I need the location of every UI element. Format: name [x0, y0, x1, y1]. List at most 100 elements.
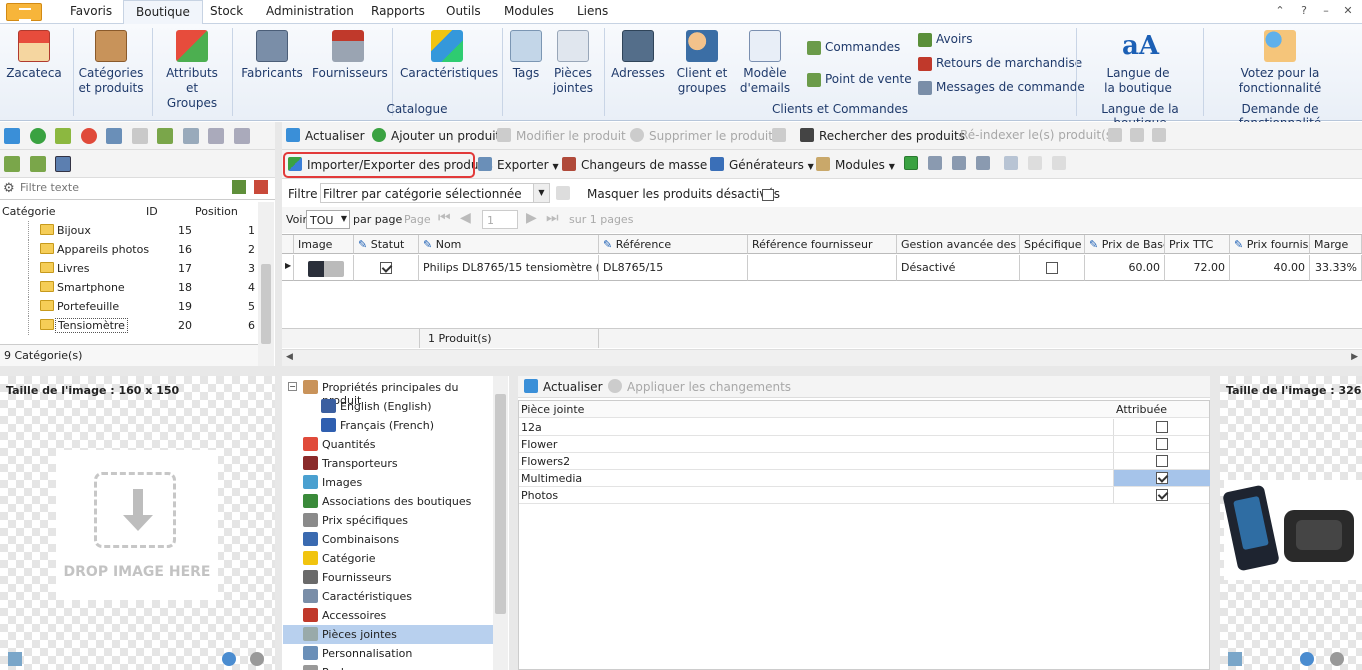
supprimer-produit-button[interactable]: Supprimer le produit	[630, 128, 773, 143]
modele-emails-button[interactable]: Modèle d'emails	[738, 30, 792, 96]
category-row[interactable]: Tensiomètre 20 6	[0, 316, 258, 335]
page-number-input[interactable]: 1	[482, 210, 518, 229]
attribuee-cell[interactable]	[1113, 470, 1211, 486]
duplicate-icon[interactable]	[1152, 128, 1171, 143]
ref-fournisseur-cell[interactable]	[748, 255, 897, 281]
prop-associations[interactable]: Associations des boutiques	[283, 492, 493, 511]
ajouter-produit-button[interactable]: Ajouter un produit	[372, 128, 500, 143]
paste-icon[interactable]	[1130, 128, 1149, 143]
fabricants-button[interactable]: Fabricants	[240, 30, 304, 81]
attachment-row[interactable]: Multimedia	[519, 470, 1211, 487]
messages-button[interactable]: Messages de commande	[918, 80, 1085, 95]
point-de-vente-button[interactable]: Point de vente	[807, 72, 912, 87]
attribuee-cell[interactable]	[1113, 487, 1211, 503]
prop-main-properties[interactable]: − Propriétés principales du produit	[283, 378, 493, 407]
sort-up-icon[interactable]	[208, 128, 224, 144]
reindexer-button[interactable]: Ré-indexer le(s) produit(s)	[960, 128, 1117, 142]
attribuee-checkbox[interactable]	[1156, 472, 1168, 484]
generateurs-button[interactable]: Générateurs ▼	[710, 157, 814, 172]
last-page-icon[interactable]: ⏭	[546, 210, 559, 226]
col-attribuee[interactable]: Attribuée	[1116, 403, 1167, 416]
langue-button[interactable]: aA Langue de la boutique	[1090, 30, 1186, 96]
attachment-row[interactable]: Flowers2	[519, 453, 1209, 470]
add-category-icon[interactable]	[4, 156, 20, 172]
property-scrollbar[interactable]	[493, 376, 508, 670]
delete-icon[interactable]	[80, 128, 97, 144]
row-indicator[interactable]: ▶	[282, 255, 294, 281]
tab-modules[interactable]: Modules	[492, 0, 566, 24]
gestion-cell[interactable]: Désactivé	[897, 255, 1020, 281]
category-row[interactable]: Appareils photos 16 2	[0, 240, 258, 259]
grid-view-icon[interactable]	[928, 156, 947, 171]
copy-icon[interactable]	[106, 128, 122, 144]
col-id[interactable]: ID	[146, 205, 158, 218]
fournisseurs-button[interactable]: Fournisseurs	[312, 30, 388, 81]
attributs-button[interactable]: Attributs et Groupes	[160, 30, 224, 111]
product-image[interactable]	[1222, 480, 1362, 580]
col-ref-fournisseur[interactable]: Référence fournisseur	[748, 235, 897, 254]
commandes-button[interactable]: Commandes	[807, 40, 900, 55]
paste-icon[interactable]	[131, 128, 148, 144]
adresses-button[interactable]: Adresses	[610, 30, 666, 81]
right-splitter[interactable]	[1210, 376, 1220, 670]
prop-pieces-jointes[interactable]: Pièces jointes	[283, 625, 493, 644]
col-prix-base[interactable]: ✎ Prix de Base	[1085, 235, 1165, 254]
category-filter-input[interactable]	[20, 181, 225, 194]
avoirs-button[interactable]: Avoirs	[918, 32, 972, 47]
retours-button[interactable]: Retours de marchandise	[918, 56, 1082, 71]
nom-cell[interactable]: Philips DL8765/15 tensiomètre (pression	[419, 255, 599, 281]
vertical-splitter[interactable]	[275, 122, 282, 670]
tab-favoris[interactable]: Favoris	[58, 0, 124, 24]
attribuee-checkbox[interactable]	[1156, 438, 1168, 450]
prop-lang-french[interactable]: Français (French)	[283, 416, 493, 435]
prop-quantites[interactable]: Quantités	[283, 435, 493, 454]
col-position[interactable]: Position	[195, 205, 238, 218]
refresh-icon[interactable]	[4, 128, 20, 144]
col-category[interactable]: Catégorie	[2, 205, 56, 218]
attribuee-checkbox[interactable]	[1156, 455, 1168, 467]
help-icon[interactable]: ?	[1296, 3, 1312, 19]
prop-fournisseurs[interactable]: Fournisseurs	[283, 568, 493, 587]
left-splitter[interactable]	[0, 366, 275, 376]
category-filter-select[interactable]: Filtrer par catégorie sélectionnée ▼	[320, 183, 550, 203]
caracteristiques-button[interactable]: Caractéristiques	[400, 30, 498, 81]
col-specifique[interactable]: Spécifique	[1020, 235, 1085, 254]
col-marge[interactable]: Marge	[1310, 235, 1362, 254]
specifique-cell[interactable]	[1020, 255, 1085, 281]
category-scrollbar[interactable]	[258, 202, 274, 366]
fit-icon[interactable]	[952, 156, 971, 171]
grid-icon[interactable]	[182, 128, 199, 144]
minimize-icon[interactable]: –	[1318, 3, 1334, 19]
attribuee-cell[interactable]	[1113, 419, 1211, 435]
category-row[interactable]: Smartphone 18 4	[0, 278, 258, 297]
edit-icon[interactable]	[55, 128, 71, 144]
prop-images[interactable]: Images	[283, 473, 493, 492]
marge-cell[interactable]: 33.33%	[1310, 255, 1362, 281]
tab-rapports[interactable]: Rapports	[359, 0, 437, 24]
prop-transporteurs[interactable]: Transporteurs	[283, 454, 493, 473]
tab-stock[interactable]: Stock	[198, 0, 255, 24]
zacateca-button[interactable]: Zacateca	[6, 30, 62, 81]
category-row[interactable]: Portefeuille 19 5	[0, 297, 258, 316]
votez-button[interactable]: Votez pour la fonctionnalité	[1222, 30, 1338, 96]
attachment-row[interactable]: Flower	[519, 436, 1209, 453]
masquer-checkbox[interactable]	[762, 188, 774, 201]
product-thumbnail[interactable]	[294, 255, 354, 281]
categories-button[interactable]: Catégories et produits	[78, 30, 144, 96]
filter-clear-icon[interactable]	[254, 180, 268, 194]
modifier-produit-button[interactable]: Modifier le produit	[497, 128, 626, 143]
pieces-jointes-button[interactable]: Pièces jointes	[548, 30, 598, 96]
prop-lang-english[interactable]: English (English)	[283, 397, 493, 416]
specifique-checkbox[interactable]	[1046, 262, 1058, 274]
col-gestion[interactable]: Gestion avancée des stock	[897, 235, 1020, 254]
first-page-icon[interactable]: ⏮	[438, 210, 451, 226]
gear-icon[interactable]: ⚙	[3, 181, 15, 196]
next-page-icon[interactable]: ▶	[526, 210, 537, 226]
attribuee-checkbox[interactable]	[1156, 421, 1168, 433]
col-nom[interactable]: ✎ Nom	[419, 235, 599, 254]
actualiser-button[interactable]: Actualiser	[286, 128, 365, 143]
tags-button[interactable]: Tags	[508, 30, 544, 81]
prix-ttc-cell[interactable]: 72.00	[1165, 255, 1230, 281]
app-menu-button[interactable]	[6, 3, 42, 21]
clients-button[interactable]: Client et groupes	[672, 30, 732, 96]
